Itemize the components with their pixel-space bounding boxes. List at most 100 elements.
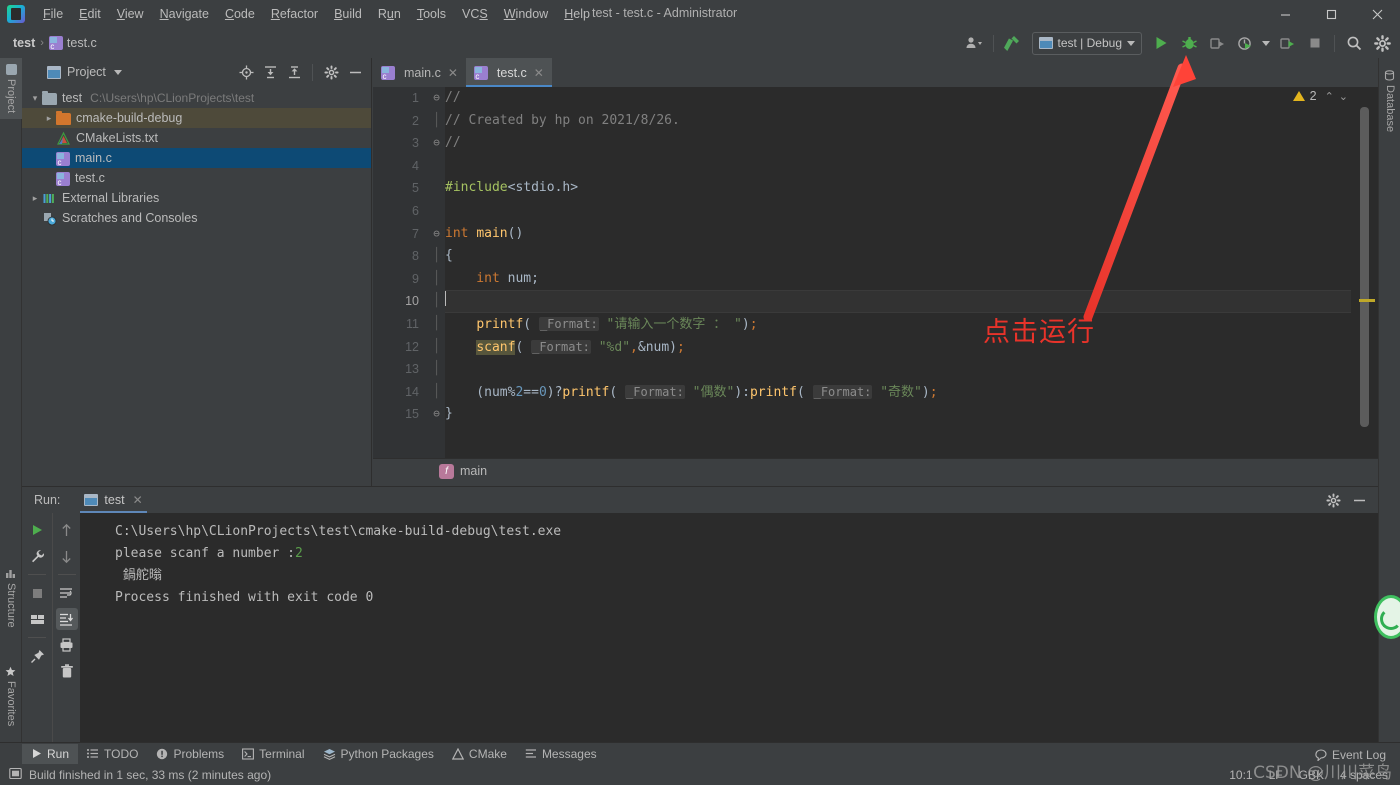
menu-edit[interactable]: Edit <box>71 4 109 24</box>
tree-node-external-libraries[interactable]: ▸ External Libraries <box>22 188 371 208</box>
locate-file-icon[interactable] <box>235 61 257 83</box>
breadcrumb-function-label[interactable]: main <box>460 464 487 478</box>
run-tab-test[interactable]: test ✕ <box>80 487 147 513</box>
tool-window-run[interactable]: Run <box>22 743 79 764</box>
console-line: 鍋舵暡 <box>115 568 162 583</box>
fold-marker[interactable]: ⊖ <box>428 87 445 110</box>
tool-window-todo[interactable]: TODO <box>78 744 147 764</box>
chevron-down-icon[interactable]: ▾ <box>28 93 42 104</box>
chevron-right-icon[interactable]: ▸ <box>42 113 56 124</box>
tree-node-main-c[interactable]: main.c <box>22 148 371 168</box>
menu-window[interactable]: Window <box>496 4 556 24</box>
profile-dropdown-icon[interactable] <box>1260 30 1272 56</box>
trash-icon[interactable] <box>56 660 78 682</box>
menu-refactor[interactable]: Refactor <box>263 4 326 24</box>
sidebar-item-database[interactable]: Database <box>1379 64 1400 138</box>
inspection-widget[interactable]: 2 ⌃ ⌄ <box>1292 89 1348 103</box>
tree-node-cmakelists[interactable]: CMakeLists.txt <box>22 128 371 148</box>
menu-vcs[interactable]: VCS <box>454 4 496 24</box>
minimize-button[interactable] <box>1262 0 1308 28</box>
warning-marker[interactable] <box>1359 299 1375 302</box>
close-tab-icon[interactable]: ✕ <box>133 493 143 507</box>
run-panel-header: Run: test ✕ <box>22 487 1378 513</box>
caret-position[interactable]: 10:1 <box>1229 768 1252 782</box>
run-with-coverage-icon[interactable] <box>1204 30 1230 56</box>
run-panel-settings-icon[interactable] <box>1322 489 1344 511</box>
run-configuration-selector[interactable]: test | Debug <box>1031 31 1142 55</box>
tool-window-python-packages[interactable]: Python Packages <box>314 744 443 764</box>
tree-node-scratches[interactable]: Scratches and Consoles <box>22 208 371 228</box>
warning-triangle-icon <box>1292 91 1305 101</box>
menu-file[interactable]: File <box>35 4 71 24</box>
chevron-right-icon[interactable]: ▸ <box>28 193 42 204</box>
menu-navigate[interactable]: Navigate <box>152 4 217 24</box>
title-bar: File Edit View Navigate Code Refactor Bu… <box>0 0 1400 28</box>
maximize-button[interactable] <box>1308 0 1354 28</box>
run-console-output[interactable]: C:\Users\hp\CLionProjects\test\cmake-bui… <box>80 513 1378 743</box>
collapse-all-icon[interactable] <box>283 61 305 83</box>
layout-icon[interactable] <box>26 608 48 630</box>
editor-tab-main-c[interactable]: main.c ✕ <box>373 58 466 87</box>
close-tab-icon[interactable]: ✕ <box>448 66 458 80</box>
sidebar-item-label: Project <box>5 79 17 114</box>
soft-wrap-icon[interactable] <box>56 582 78 604</box>
editor-scrollbar-thumb[interactable] <box>1360 107 1369 427</box>
tool-window-messages[interactable]: Messages <box>516 744 606 764</box>
code-line-15: } <box>445 406 453 422</box>
fold-marker[interactable]: ⊖ <box>428 223 445 246</box>
scroll-to-end-icon[interactable] <box>55 608 78 630</box>
close-button[interactable] <box>1354 0 1400 28</box>
stop-icon[interactable] <box>26 582 48 604</box>
user-icon[interactable] <box>961 30 987 56</box>
search-everywhere-icon[interactable] <box>1341 30 1367 56</box>
run-panel-hide-icon[interactable] <box>1348 489 1370 511</box>
up-icon[interactable] <box>56 519 78 541</box>
close-tab-icon[interactable]: ✕ <box>534 66 544 80</box>
menu-tools[interactable]: Tools <box>409 4 454 24</box>
fold-marker[interactable]: ⊖ <box>428 132 445 155</box>
tool-window-cmake[interactable]: CMake <box>443 744 516 764</box>
code-folding-gutter[interactable]: ⊖ │ ⊖ ⊖ │ │ │ │ │ │ │ ⊖ <box>428 87 445 458</box>
clion-window: File Edit View Navigate Code Refactor Bu… <box>0 0 1400 785</box>
sidebar-item-project[interactable]: Project <box>0 58 22 120</box>
profile-icon[interactable] <box>1232 30 1258 56</box>
expand-all-icon[interactable] <box>259 61 281 83</box>
run-button[interactable] <box>1148 30 1174 56</box>
attach-to-process-icon[interactable] <box>1274 30 1300 56</box>
menu-build[interactable]: Build <box>326 4 370 24</box>
sidebar-item-label: Structure <box>5 583 17 628</box>
code-line-12: scanf( _Format: "%d",&num); <box>476 339 685 355</box>
build-hammer-icon[interactable] <box>1000 30 1026 56</box>
chevron-down-icon[interactable] <box>113 69 122 75</box>
debug-button[interactable] <box>1176 30 1202 56</box>
sidebar-item-favorites[interactable]: Favorites <box>0 660 22 732</box>
tool-window-terminal[interactable]: Terminal <box>233 744 313 764</box>
menu-view[interactable]: View <box>109 4 152 24</box>
pin-icon[interactable] <box>26 645 48 667</box>
editor-tab-test-c[interactable]: test.c ✕ <box>465 58 552 87</box>
rerun-icon[interactable] <box>26 519 48 541</box>
todo-icon <box>87 749 99 758</box>
next-problem-icon[interactable]: ⌄ <box>1339 90 1348 103</box>
breadcrumb-project[interactable]: test <box>13 36 35 50</box>
prev-problem-icon[interactable]: ⌃ <box>1325 90 1334 103</box>
menu-code[interactable]: Code <box>217 4 263 24</box>
stop-icon[interactable] <box>1302 30 1328 56</box>
project-settings-icon[interactable] <box>320 61 342 83</box>
breadcrumb-file[interactable]: test.c <box>67 36 97 50</box>
settings-gear-icon[interactable] <box>1369 30 1395 56</box>
hide-panel-icon[interactable] <box>344 61 366 83</box>
sidebar-item-structure[interactable]: Structure <box>0 562 22 634</box>
tool-window-problems[interactable]: Problems <box>147 744 233 764</box>
code-editor[interactable]: 1 2 3 4 5 6 7 8 9 10 11 12 13 14 15 ⊖ │ … <box>373 87 1378 458</box>
fold-marker[interactable]: ⊖ <box>428 403 445 426</box>
tree-node-test-c[interactable]: test.c <box>22 168 371 188</box>
tree-node-cmake-build-debug[interactable]: ▸ cmake-build-debug <box>22 108 371 128</box>
down-icon[interactable] <box>56 545 78 567</box>
settings-wrench-icon[interactable] <box>26 545 48 567</box>
editor-scrollbar-track[interactable] <box>1351 87 1378 458</box>
menu-run[interactable]: Run <box>370 4 409 24</box>
code-text-area[interactable]: // // Created by hp on 2021/8/26. // #in… <box>445 87 1378 458</box>
print-icon[interactable] <box>56 634 78 656</box>
tree-node-test[interactable]: ▾ test C:\Users\hp\CLionProjects\test <box>22 88 371 108</box>
